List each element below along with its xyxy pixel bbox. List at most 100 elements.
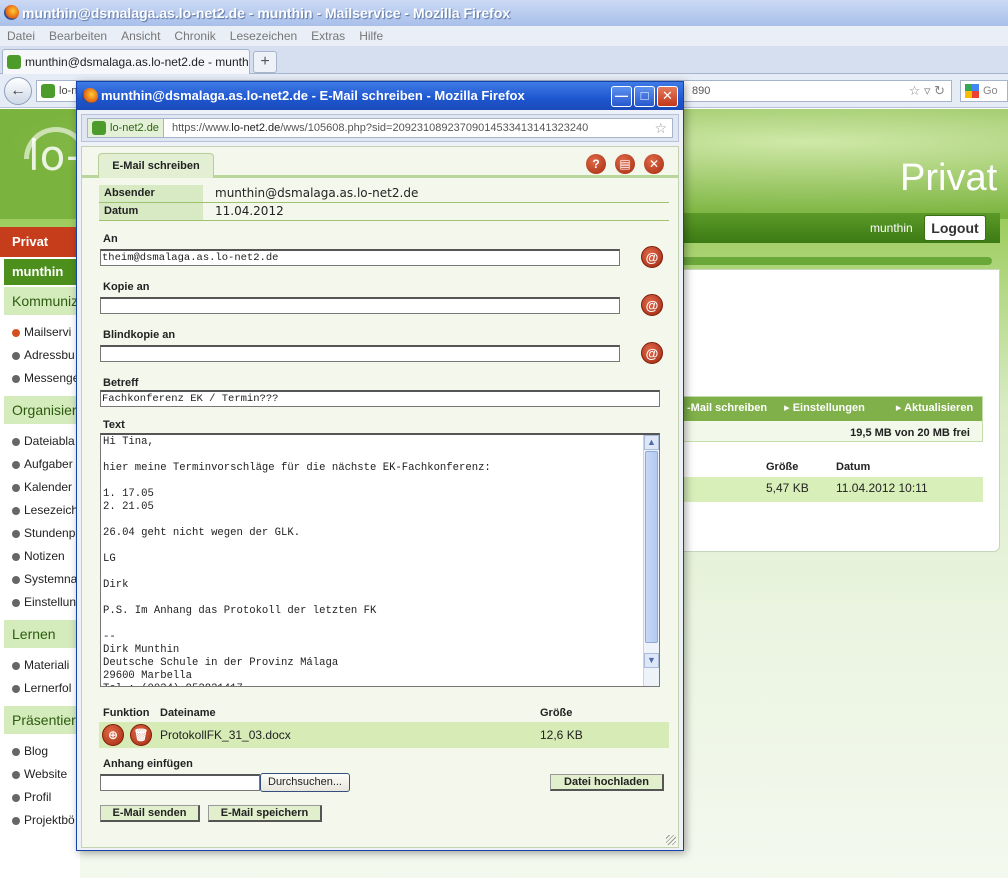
browser-tab-label: munthin@dsmalaga.as.lo-net2.de - munthin… xyxy=(25,55,250,69)
sidebar-item-label: Lernerfol xyxy=(24,681,72,695)
date-value: 11.04.2012 xyxy=(215,204,284,218)
attachment-filename: ProtokollFK_31_03.docx xyxy=(160,728,291,742)
sidebar-section-lernen[interactable]: Lernen xyxy=(4,620,80,648)
bullet-icon xyxy=(12,770,20,779)
bullet-icon xyxy=(12,437,20,446)
menu-ansicht[interactable]: Ansicht xyxy=(121,26,160,46)
sidebar-item-kalender[interactable]: Kalender xyxy=(12,480,80,494)
popup-url-field[interactable]: lo-net2.de https://www.lo-net2.de/wws/10… xyxy=(87,118,673,138)
save-button[interactable]: E-Mail speichern xyxy=(208,805,322,822)
help-icon[interactable]: ? xyxy=(586,154,606,174)
address-book-at-icon[interactable]: @ xyxy=(641,342,663,364)
sidebar-item-aufgaben[interactable]: Aufgaber xyxy=(12,457,80,471)
tab-email-schreiben[interactable]: E-Mail schreiben xyxy=(98,153,214,178)
trash-icon[interactable]: 🗑 xyxy=(130,724,152,746)
sidebar-item-label: Projektbö xyxy=(24,813,75,827)
sidebar-item-lernerfolg[interactable]: Lernerfol xyxy=(12,681,80,695)
print-icon[interactable]: ▤ xyxy=(615,154,635,174)
sidebar-item-profil[interactable]: Profil xyxy=(12,790,80,804)
upload-button[interactable]: Datei hochladen xyxy=(550,774,664,791)
menu-extras[interactable]: Extras xyxy=(311,26,345,46)
action-settings[interactable]: ▸ Einstellungen xyxy=(784,402,879,414)
new-tab-button[interactable]: + xyxy=(253,51,277,73)
username-label: munthin xyxy=(870,221,913,235)
main-window-titlebar: munthin@dsmalaga.as.lo-net2.de - munthin… xyxy=(0,0,1008,26)
subject-label: Betreff xyxy=(103,377,139,389)
minimize-icon[interactable]: — xyxy=(611,86,632,107)
sidebar-item-label: Aufgaber xyxy=(24,457,73,471)
logout-button[interactable]: Logout xyxy=(924,215,986,241)
menu-hilfe[interactable]: Hilfe xyxy=(359,26,383,46)
send-button[interactable]: E-Mail senden xyxy=(100,805,200,822)
action-compose[interactable]: -Mail schreiben xyxy=(687,402,767,414)
cc-field[interactable] xyxy=(100,297,620,314)
close-icon[interactable]: ✕ xyxy=(657,86,678,107)
attachment-size: 12,6 KB xyxy=(540,728,583,742)
popup-titlebar[interactable]: munthin@dsmalaga.as.lo-net2.de - E-Mail … xyxy=(77,82,683,110)
sidebar-item-projektboerse[interactable]: Projektbö xyxy=(12,813,80,827)
browser-tab[interactable]: munthin@dsmalaga.as.lo-net2.de - munthin… xyxy=(2,49,250,74)
mail-actions-bar: -Mail schreiben ▸ Einstellungen ▸ Aktual… xyxy=(680,396,983,442)
action-refresh[interactable]: ▸ Aktualisieren xyxy=(896,402,987,414)
site-favicon-icon xyxy=(7,55,21,69)
tab-bar: munthin@dsmalaga.as.lo-net2.de - munthin… xyxy=(0,46,1008,74)
close-form-icon[interactable]: ✕ xyxy=(644,154,664,174)
sidebar-section-kommunikation[interactable]: Kommunizi xyxy=(4,287,80,315)
sidebar-item-dateiablage[interactable]: Dateiabla xyxy=(12,434,80,448)
sidebar-item-einstellungen[interactable]: Einstellun xyxy=(12,595,80,609)
sidebar-item-materialien[interactable]: Materiali xyxy=(12,658,80,672)
bullet-icon xyxy=(12,483,20,492)
sidebar-item-stundenplan[interactable]: Stundenp xyxy=(12,526,80,540)
back-arrow-icon[interactable]: ← xyxy=(4,77,32,105)
scroll-up-icon[interactable]: ▲ xyxy=(644,435,659,450)
bullet-icon xyxy=(12,793,20,802)
file-path-input[interactable] xyxy=(100,774,260,791)
sidebar-user-header[interactable]: munthin xyxy=(4,259,80,285)
bullet-icon xyxy=(12,684,20,693)
scroll-down-icon[interactable]: ▼ xyxy=(644,653,659,668)
subject-field[interactable]: Fachkonferenz EK / Termin??? xyxy=(100,390,660,407)
sidebar-item-systemnachrichten[interactable]: Systemna xyxy=(12,572,80,586)
sidebar-item-label: Profil xyxy=(24,790,52,804)
date-row: Datum 11.04.2012 xyxy=(99,203,669,221)
text-label: Text xyxy=(103,419,125,431)
menu-chronik[interactable]: Chronik xyxy=(174,26,215,46)
insert-attachment-icon[interactable]: ⊕ xyxy=(102,724,124,746)
menu-lesezeichen[interactable]: Lesezeichen xyxy=(230,26,297,46)
scrollbar-thumb[interactable] xyxy=(645,451,658,643)
site-identity-badge[interactable]: lo-net2.de xyxy=(88,119,164,137)
table-row[interactable]: 5,47 KB 11.04.2012 10:11 xyxy=(680,477,983,502)
sidebar-item-website[interactable]: Website xyxy=(12,767,80,781)
bullet-icon xyxy=(12,661,20,670)
message-body-textarea[interactable]: Hi Tina, hier meine Terminvorschläge für… xyxy=(100,433,660,687)
row-date: 11.04.2012 10:11 xyxy=(836,481,928,495)
popup-title: munthin@dsmalaga.as.lo-net2.de - E-Mail … xyxy=(101,88,525,103)
sidebar-item-adressbuch[interactable]: Adressbu xyxy=(12,348,80,362)
address-book-at-icon[interactable]: @ xyxy=(641,294,663,316)
browse-button[interactable]: Durchsuchen... xyxy=(260,773,350,792)
bcc-field[interactable] xyxy=(100,345,620,362)
sidebar-item-mailservice[interactable]: Mailservi xyxy=(12,325,80,339)
popup-url-bar: lo-net2.de https://www.lo-net2.de/wws/10… xyxy=(81,114,679,142)
sidebar-item-messenger[interactable]: Messenge xyxy=(12,371,80,385)
resize-grip-icon[interactable] xyxy=(666,835,676,845)
sidebar-item-notizen[interactable]: Notizen xyxy=(12,549,80,563)
sidebar-privat-header[interactable]: Privat xyxy=(0,227,80,257)
sidebar-item-blog[interactable]: Blog xyxy=(12,744,80,758)
sidebar-section-praesentieren[interactable]: Präsentier xyxy=(4,706,80,734)
maximize-icon[interactable]: □ xyxy=(634,86,655,107)
to-field[interactable]: theim@dsmalaga.as.lo-net2.de xyxy=(100,249,620,266)
menu-datei[interactable]: Datei xyxy=(7,26,35,46)
url-tools-icons[interactable]: ☆ ▿ ↻ xyxy=(909,81,945,101)
bullet-icon xyxy=(12,575,20,584)
search-box[interactable]: Go xyxy=(960,80,1008,102)
address-book-at-icon[interactable]: @ xyxy=(641,246,663,268)
sidebar-section-organisieren[interactable]: Organisier xyxy=(4,396,80,424)
textarea-scrollbar[interactable]: ▲ ▼ xyxy=(643,435,659,686)
site-favicon-icon xyxy=(41,84,55,98)
bullet-icon xyxy=(12,552,20,561)
menu-bar: Datei Bearbeiten Ansicht Chronik Lesezeichen… xyxy=(0,26,1008,46)
sidebar-item-lesezeichen[interactable]: Lesezeich xyxy=(12,503,80,517)
menu-bearbeiten[interactable]: Bearbeiten xyxy=(49,26,107,46)
bookmark-star-icon[interactable]: ☆ xyxy=(654,119,667,137)
